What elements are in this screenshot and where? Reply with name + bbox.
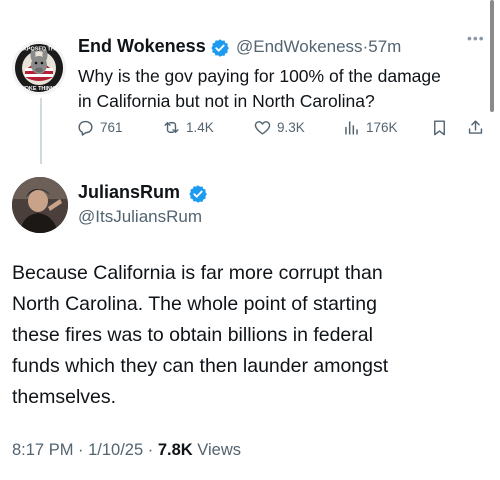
reply-text: Because California is far more corrupt t… [12,262,389,408]
thread-connector [40,98,42,164]
share-button[interactable] [466,118,490,137]
verified-badge-icon [211,39,229,57]
repost-icon [164,122,179,133]
donkey-logo-icon: EXPOSED THE WOKE THINKS [12,41,66,95]
more-options-icon[interactable]: ••• [467,30,485,46]
post-time: 57m [368,37,402,56]
avatar-end-wokeness[interactable]: EXPOSED THE WOKE THINKS [12,41,66,95]
scrollbar[interactable] [490,0,494,112]
heart-icon [254,121,271,135]
author-name[interactable]: End Wokeness [78,36,206,57]
views-label: Views [192,441,241,459]
post-timestamp[interactable]: 8:17 PM · 1/10/25 · [12,441,158,459]
post-meta: 8:17 PM · 1/10/25 · 7.8K Views [12,441,241,460]
repost-button[interactable]: 1.4K [162,118,214,137]
verified-badge-icon [189,185,207,203]
svg-text:EXPOSED THE: EXPOSED THE [19,47,58,53]
bookmark-icon [434,120,445,136]
views-button[interactable]: 176K [342,118,398,137]
author-handle[interactable]: @EndWokeness·57m [236,37,401,57]
view-count: 7.8K [157,441,193,459]
reply-icon [78,120,93,136]
profile-photo-icon [12,177,68,233]
like-button[interactable]: 9.3K [253,118,305,137]
post-text: Why is the gov paying for 100% of the da… [78,66,441,111]
repost-count: 1.4K [186,120,214,135]
svg-text:WOKE THINKS: WOKE THINKS [19,86,58,92]
author-handle[interactable]: @ItsJuliansRum [78,207,202,227]
reply-button[interactable]: 761 [76,118,123,137]
share-icon [468,120,483,134]
analytics-icon [345,121,358,135]
bookmark-button[interactable] [430,118,454,137]
author-name[interactable]: JuliansRum [78,182,180,203]
view-count: 176K [366,120,398,135]
like-count: 9.3K [277,120,305,135]
reply-count: 761 [100,120,123,135]
avatar-juliansrum[interactable] [12,177,68,233]
